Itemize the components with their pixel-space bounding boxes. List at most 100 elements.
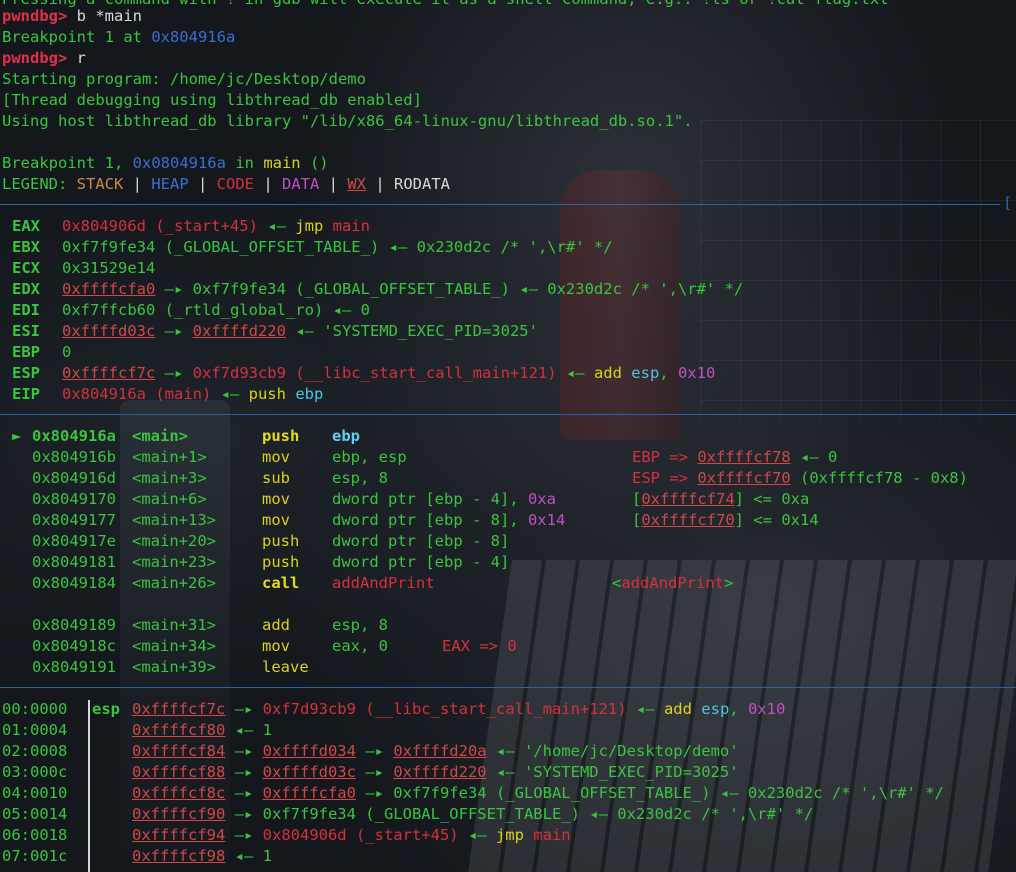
address-text: 0x8049189	[32, 616, 116, 634]
register-label: EIP	[12, 385, 40, 403]
stack-entry-part: 0x804906d (_start+45)	[262, 826, 459, 844]
stack-entry-part: jmp	[495, 826, 524, 844]
register-value: 0x31529e14	[62, 258, 155, 279]
register-label: EAX	[12, 217, 40, 235]
stack-entry-part: ◂— 'SYSTEMD_EXEC_PID=3025'	[486, 763, 739, 781]
instruction-address: 0x8049191	[32, 657, 116, 678]
register-value: 0xf7ffcb60 (_rtld_global_ro) ◂— 0	[62, 300, 370, 321]
instruction-annotation: EAX => 0	[442, 636, 517, 657]
address-text: 0x804916a	[32, 427, 116, 445]
offset-text: 06:0018	[2, 826, 68, 844]
stack-entry-part: 0xffffd034	[262, 742, 356, 760]
symbol-text: <main+26>	[132, 574, 216, 592]
stack-register: esp	[92, 699, 120, 720]
stack-entry-part: 0xffffd220	[393, 763, 487, 781]
register-value-part: —▸	[155, 322, 193, 340]
instruction-annotation: EBP => 0xffffcf78 ◂— 0	[632, 447, 837, 468]
register-value-part: main	[332, 217, 370, 235]
register-value: 0x804916a (main) ◂— push ebp	[62, 384, 323, 405]
stack-entry-part: 0xffffcf90	[132, 805, 226, 823]
stack-entry-part: 0x10	[747, 700, 786, 718]
register-value: 0xffffcf7c —▸ 0xf7d93cb9 (__libc_start_c…	[62, 363, 715, 384]
address-text: 0x8049191	[32, 658, 116, 676]
symbol-text: <main+20>	[132, 532, 216, 550]
instruction-opcode: push	[262, 552, 299, 573]
address-text: 0x804917e	[32, 532, 116, 550]
operand-part: dword ptr [ebp - 8],	[332, 511, 528, 529]
register-value-part: ◂— 0x230d2c /* ',\r#' */	[379, 238, 613, 256]
session-line: pwndbg> r	[2, 49, 87, 67]
register-value: 0x804906d (_start+45) ◂— jmp main	[62, 216, 370, 237]
stack-entry: 0xffffcf8c —▸ 0xffffcfa0 —▸ 0xf7f9fe34 (…	[132, 783, 944, 804]
stack-entry: 0xffffcf98 ◂— 1	[132, 846, 272, 867]
annotation-part: EBP =>	[632, 448, 698, 466]
opcode-text: push	[262, 427, 300, 445]
instruction-address: 0x8049189	[32, 615, 116, 636]
opcode-text: mov	[262, 637, 290, 655]
symbol-text: <main+39>	[132, 658, 216, 676]
instruction-opcode: mov	[262, 489, 290, 510]
instruction-operands: esp, 8	[332, 468, 388, 489]
stack-entry-part: ◂— 1	[225, 721, 272, 739]
instruction-symbol: <main+23>	[132, 552, 216, 573]
instruction-address: 0x8049184	[32, 573, 116, 594]
register-name: EIP	[12, 384, 40, 405]
wallpaper-grid	[700, 120, 1016, 420]
register-value-part: 0x10	[677, 364, 716, 382]
register-name: ECX	[12, 258, 40, 279]
register-value-part: 0xf7f9fe34 (_GLOBAL_OFFSET_TABLE_)	[62, 238, 380, 256]
terminal-window[interactable]: Pressing a command with ! in gdb will ex…	[0, 0, 1016, 872]
register-value-part: ,	[659, 364, 678, 382]
opcode-text: mov	[262, 511, 290, 529]
operand-part: dword ptr [ebp - 8]	[332, 532, 510, 550]
register-label: EBX	[12, 238, 40, 256]
opcode-text: push	[262, 553, 300, 571]
stack-offset-divider	[88, 700, 90, 872]
annotation-part: [	[632, 511, 642, 529]
symbol-text: <main+3>	[132, 469, 207, 487]
disasm-separator	[0, 414, 1016, 415]
address-text: 0x804916d	[32, 469, 116, 487]
symbol-text: <main+31>	[132, 616, 216, 634]
register-value-part: jmp	[295, 217, 324, 235]
stack-entry-part: 0xffffcf94	[132, 826, 226, 844]
stack-offset: 03:000c	[2, 762, 67, 783]
legend-line: LEGEND: STACK | HEAP | CODE | DATA | WX …	[2, 175, 450, 193]
wallpaper-bottle	[560, 170, 680, 440]
session-line: [Thread debugging using libthread_db ena…	[2, 91, 422, 109]
instruction-annotation: [0xffffcf74] <= 0xa	[632, 489, 809, 510]
opcode-text: add	[262, 616, 290, 634]
offset-text: 04:0010	[2, 784, 68, 802]
register-label: EDI	[12, 301, 40, 319]
stack-separator	[0, 687, 1016, 688]
stack-offset: 01:0004	[2, 720, 67, 741]
session-line: pwndbg> b *main	[2, 7, 142, 25]
instruction-operands: eax, 0	[332, 636, 388, 657]
operand-part: esp, 8	[332, 616, 388, 634]
stack-entry-part: —▸	[225, 784, 263, 802]
symbol-text: <main+1>	[132, 448, 207, 466]
annotation-part: 0xffffcf70	[641, 511, 735, 529]
registers-separator	[0, 204, 1000, 205]
annotation-part: 0xffffcf70	[697, 469, 791, 487]
instruction-address: 0x804916d	[32, 468, 116, 489]
opcode-text: push	[262, 532, 300, 550]
current-instruction-marker: ►	[12, 426, 21, 447]
symbol-text: <main+13>	[132, 511, 216, 529]
register-name: EDX	[12, 279, 40, 300]
register-value-part: esp	[631, 364, 660, 382]
stack-entry-part: 0xffffd03c	[262, 763, 356, 781]
opcode-text: leave	[262, 658, 309, 676]
register-value-part: push	[248, 385, 286, 403]
stack-entry-part: 0xffffd20a	[393, 742, 487, 760]
annotation-part: 0xffffcf74	[641, 490, 735, 508]
instruction-symbol: <main+26>	[132, 573, 216, 594]
session-line: Using host libthread_db library "/lib/x8…	[2, 112, 693, 130]
session-line: Breakpoint 1, 0x0804916a in main ()	[2, 154, 329, 172]
operand-part: dword ptr [ebp - 4]	[332, 553, 510, 571]
instruction-opcode: call	[262, 573, 299, 594]
annotation-part: (0xffffcf78 - 0x8)	[790, 469, 968, 487]
instruction-symbol: <main+6>	[132, 489, 207, 510]
stack-entry-part: 0xffffcf80	[132, 721, 226, 739]
stack-entry-part: 0xffffcf8c	[132, 784, 226, 802]
